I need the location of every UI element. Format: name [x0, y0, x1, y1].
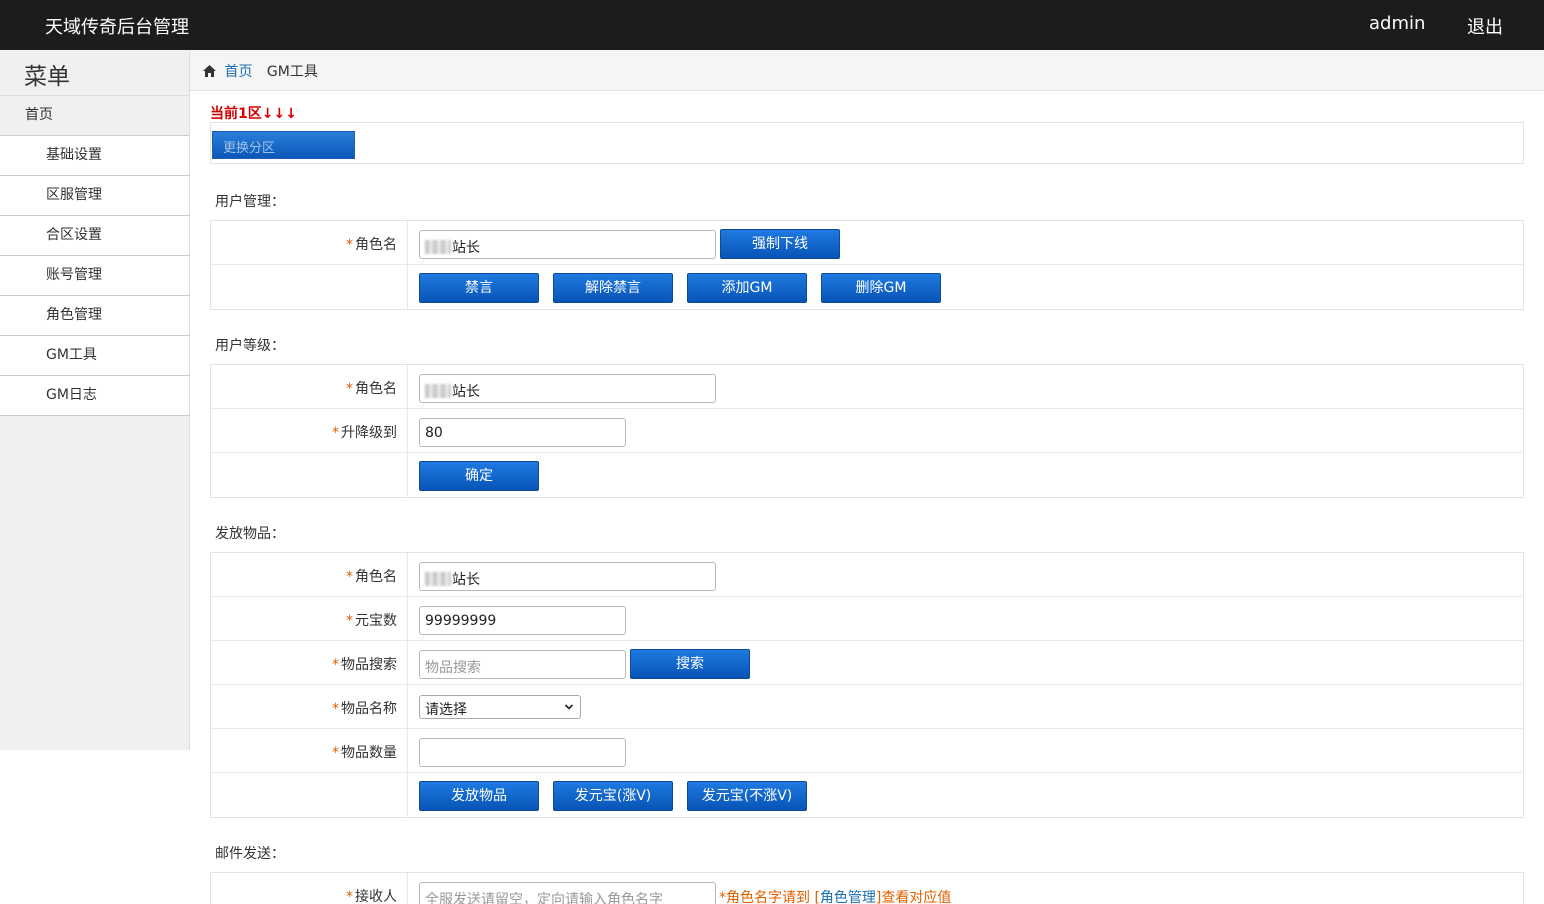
redacted-text — [425, 572, 451, 586]
item-name-selected: 请选择 — [425, 702, 467, 718]
remove-gm-button[interactable]: 删除GM — [821, 273, 941, 303]
zone-panel: 更换分区 — [210, 122, 1524, 164]
send-items-button[interactable]: 发放物品 — [419, 781, 539, 811]
form-row: * 物品名称 请选择 — [211, 685, 1523, 729]
user-level-form: * 角色名 站长 * 升降级到 80 确定 — [210, 364, 1524, 498]
logout-link[interactable]: 退出 — [1467, 13, 1503, 39]
top-bar: 天域传奇后台管理 admin 退出 — [0, 0, 1544, 50]
redacted-text — [425, 384, 451, 398]
field-label: * 角色名 — [211, 221, 408, 264]
form-row: * 物品数量 — [211, 729, 1523, 773]
form-row: 发放物品 发元宝(涨V) 发元宝(不涨V) — [211, 773, 1523, 817]
sidebar: 菜单 首页 基础设置 区服管理 合区设置 账号管理 角色管理 GM工具 GM日志 — [0, 50, 190, 750]
sidebar-title: 菜单 — [0, 50, 189, 96]
field-label: * 物品名称 — [211, 685, 408, 728]
sidebar-item-basic-settings[interactable]: 基础设置 — [0, 136, 189, 176]
item-name-select[interactable]: 请选择 — [419, 695, 581, 719]
add-gm-button[interactable]: 添加GM — [687, 273, 807, 303]
field-label: * 角色名 — [211, 365, 408, 408]
form-row: 确定 — [211, 453, 1523, 497]
current-zone-label: 当前1区↓↓↓ — [210, 106, 297, 122]
field-label — [211, 453, 408, 497]
form-row: * 升降级到 80 — [211, 409, 1523, 453]
field-label — [211, 773, 408, 817]
current-user[interactable]: admin — [1369, 13, 1425, 34]
form-row: * 接收人 全服发送请留空，定向请输入角色名字 *角色名字请到 [角色管理]查看对… — [211, 873, 1523, 904]
field-label: * 物品搜索 — [211, 641, 408, 684]
item-search-button[interactable]: 搜索 — [630, 649, 750, 679]
force-offline-button[interactable]: 强制下线 — [720, 229, 840, 259]
level-role-name-input[interactable]: 站长 — [419, 374, 716, 403]
field-label: * 元宝数 — [211, 597, 408, 640]
user-level-title: 用户等级： — [215, 338, 285, 354]
unmute-button[interactable]: 解除禁言 — [553, 273, 673, 303]
send-items-title: 发放物品： — [215, 526, 285, 542]
form-row: 禁言 解除禁言 添加GM 删除GM — [211, 265, 1523, 309]
change-zone-button[interactable]: 更换分区 — [212, 131, 355, 159]
sidebar-item-merge-settings[interactable]: 合区设置 — [0, 216, 189, 256]
sidebar-item-home[interactable]: 首页 — [0, 96, 189, 136]
redacted-text — [425, 240, 451, 254]
chevron-down-icon — [564, 704, 574, 710]
sidebar-item-gm-log[interactable]: GM日志 — [0, 376, 189, 416]
form-row: * 角色名 站长 强制下线 — [211, 221, 1523, 265]
mute-button[interactable]: 禁言 — [419, 273, 539, 303]
form-row: * 元宝数 99999999 — [211, 597, 1523, 641]
field-label — [211, 265, 408, 309]
home-icon — [203, 65, 216, 77]
role-name-input[interactable]: 站长 — [419, 230, 716, 259]
sidebar-item-role-management[interactable]: 角色管理 — [0, 296, 189, 336]
recipient-input[interactable]: 全服发送请留空，定向请输入角色名字 — [419, 882, 716, 904]
send-items-form: * 角色名 站长 * 元宝数 99999999 * 物品搜索 物品搜索 搜索 * 物品名… — [210, 552, 1524, 818]
item-search-input[interactable]: 物品搜索 — [419, 650, 626, 679]
breadcrumb-current: GM工具 — [266, 64, 318, 80]
user-management-title: 用户管理： — [215, 194, 285, 210]
confirm-level-button[interactable]: 确定 — [419, 461, 539, 491]
mail-form: * 接收人 全服发送请留空，定向请输入角色名字 *角色名字请到 [角色管理]查看对… — [210, 872, 1524, 904]
send-gold-no-vip-button[interactable]: 发元宝(不涨V) — [687, 781, 807, 811]
sidebar-item-server-management[interactable]: 区服管理 — [0, 176, 189, 216]
field-label: * 升降级到 — [211, 409, 408, 452]
mail-title: 邮件发送： — [215, 846, 285, 862]
breadcrumb-home-link[interactable]: 首页 — [224, 64, 252, 80]
field-label: * 角色名 — [211, 553, 408, 596]
role-management-link[interactable]: 角色管理 — [820, 890, 876, 904]
item-count-input[interactable] — [419, 738, 626, 767]
gold-amount-input[interactable]: 99999999 — [419, 606, 626, 635]
app-title: 天域传奇后台管理 — [45, 17, 189, 38]
form-row: * 物品搜索 物品搜索 搜索 — [211, 641, 1523, 685]
send-gold-vip-button[interactable]: 发元宝(涨V) — [553, 781, 673, 811]
form-row: * 角色名 站长 — [211, 365, 1523, 409]
field-label: * 接收人 — [211, 873, 408, 904]
items-role-name-input[interactable]: 站长 — [419, 562, 716, 591]
breadcrumb: 首页 GM工具 — [190, 50, 1544, 91]
field-label: * 物品数量 — [211, 729, 408, 772]
user-management-form: * 角色名 站长 强制下线 禁言 解除禁言 添加GM 删除GM — [210, 220, 1524, 310]
form-row: * 角色名 站长 — [211, 553, 1523, 597]
sidebar-item-account-management[interactable]: 账号管理 — [0, 256, 189, 296]
target-level-input[interactable]: 80 — [419, 418, 626, 447]
sidebar-item-gm-tools[interactable]: GM工具 — [0, 336, 189, 376]
recipient-hint: *角色名字请到 [角色管理]查看对应值 — [719, 890, 952, 904]
